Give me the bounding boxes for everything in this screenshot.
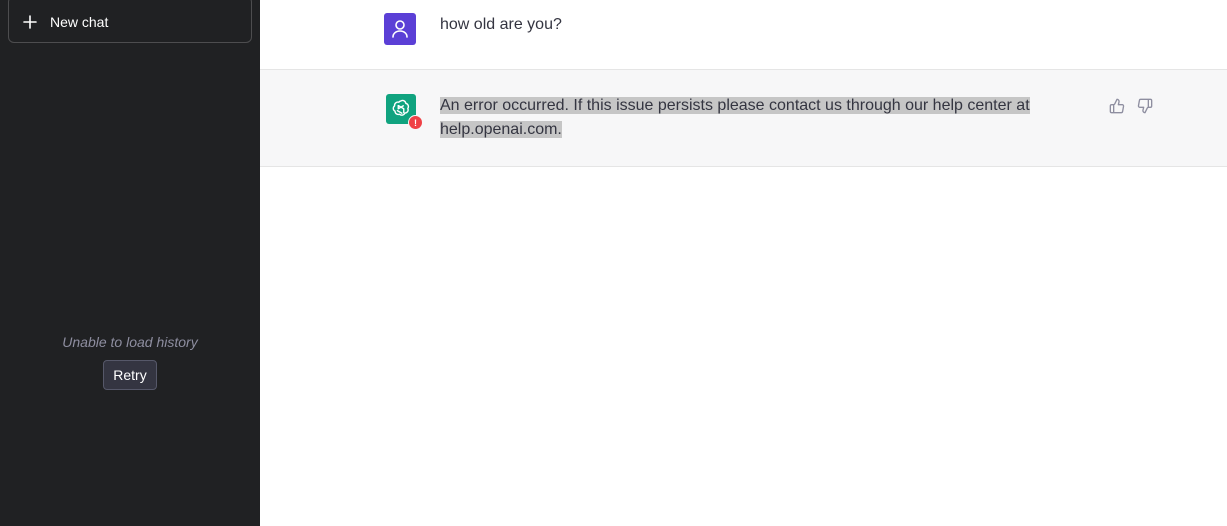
sidebar: New chat Unable to load history Retry xyxy=(0,0,260,526)
feedback-controls xyxy=(1109,98,1153,114)
plus-icon xyxy=(22,14,38,30)
assistant-message-text[interactable]: An error occurred. If this issue persist… xyxy=(440,94,1060,142)
user-icon xyxy=(384,13,416,45)
assistant-message-content: An error occurred. If this issue persist… xyxy=(440,97,1030,138)
error-icon: ! xyxy=(408,115,423,130)
history-error: Unable to load history Retry xyxy=(0,334,260,390)
app-window: New chat Unable to load history Retry ho… xyxy=(0,0,1227,526)
thumbs-down-icon[interactable] xyxy=(1137,98,1153,114)
chat-main: how old are you? ! An error occurred. If… xyxy=(260,0,1227,526)
assistant-message-row: ! An error occurred. If this issue persi… xyxy=(260,70,1227,167)
user-message-row: how old are you? xyxy=(260,0,1227,70)
new-chat-button[interactable]: New chat xyxy=(8,0,252,43)
history-error-message: Unable to load history xyxy=(62,334,198,350)
user-message-text: how old are you? xyxy=(440,16,562,33)
retry-button[interactable]: Retry xyxy=(103,360,157,390)
new-chat-label: New chat xyxy=(50,13,109,30)
thumbs-up-icon[interactable] xyxy=(1109,98,1125,114)
